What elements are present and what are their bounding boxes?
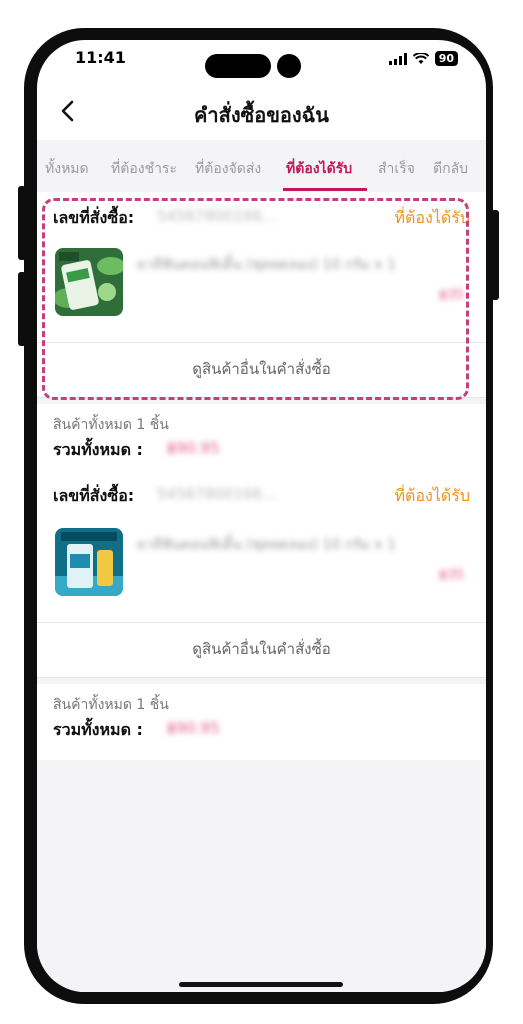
- total-label: รวมทั้งหมด :: [53, 720, 143, 739]
- signal-icon: [388, 52, 407, 65]
- status-bar: 11:41 90: [37, 40, 486, 84]
- home-indicator: [179, 982, 343, 987]
- battery-icon: 90: [434, 51, 458, 66]
- total-label: รวมทั้งหมด :: [53, 440, 143, 459]
- order-summary: สินค้าทั้งหมด 1 ชิ้น รวมทั้งหมด : ฿90.95: [37, 404, 486, 472]
- active-tab-underline: [283, 188, 367, 191]
- view-more-products-link[interactable]: ดูสินค้าอื่นในคำสั่งซื้อ: [37, 637, 486, 661]
- divider: [37, 677, 486, 678]
- order-number-label: เลขที่สั่งซื้อ:: [53, 486, 135, 505]
- tab-to-ship[interactable]: ที่ต้องจัดส่ง: [195, 158, 261, 180]
- order-tabs: ทั้งหมด ที่ต้องชำระ ที่ต้องจัดส่ง ที่ต้อ…: [37, 140, 486, 192]
- wifi-icon: [412, 52, 429, 64]
- status-icons: 90: [388, 51, 458, 66]
- tab-returned[interactable]: ตีกลับ: [433, 158, 468, 180]
- header: คำสั่งซื้อของฉัน: [37, 90, 486, 134]
- phone-screen: 11:41 90 คำสั่งซื้อของฉัน ทั้งหมด ที่ต้อ: [37, 40, 486, 992]
- page-title: คำสั่งซื้อของฉัน: [194, 103, 329, 127]
- product-price: ฿35: [439, 568, 464, 583]
- items-count: สินค้าทั้งหมด 1 ชิ้น: [53, 697, 169, 713]
- items-count: สินค้าทั้งหมด 1 ชิ้น: [53, 417, 169, 433]
- order-number: 54567800166...: [157, 485, 277, 503]
- total-value: ฿90.95: [167, 439, 220, 457]
- order-summary: สินค้าทั้งหมด 1 ชิ้น รวมทั้งหมด : ฿90.95: [37, 684, 486, 760]
- total-value: ฿90.95: [167, 719, 220, 737]
- tab-to-receive[interactable]: ที่ต้องได้รับ: [286, 158, 352, 180]
- tab-completed[interactable]: สำเร็จ: [378, 158, 415, 180]
- status-time: 11:41: [75, 48, 126, 67]
- highlight-box: [42, 198, 469, 400]
- order-card[interactable]: เลขที่สั่งซื้อ: 54567800166... ที่ต้องได…: [37, 472, 486, 678]
- camera-icon: [277, 54, 301, 78]
- order-status: ที่ต้องได้รับ: [394, 486, 470, 505]
- product-name: ยาสีฟันคอนฟิเดิ้น (ชุดทดลอง) 10 กรัม x 1: [137, 537, 396, 553]
- dynamic-island: [205, 54, 271, 78]
- tab-all[interactable]: ทั้งหมด: [45, 158, 89, 180]
- tab-to-pay[interactable]: ที่ต้องชำระ: [111, 158, 177, 180]
- divider: [37, 622, 486, 623]
- product-image[interactable]: [55, 528, 123, 596]
